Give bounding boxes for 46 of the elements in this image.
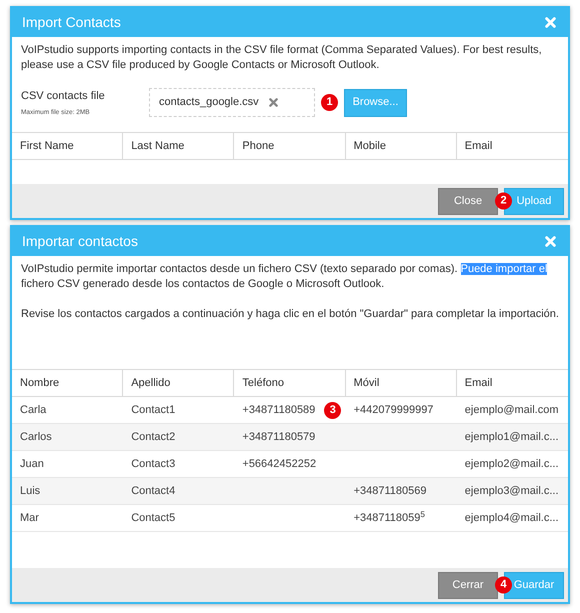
column-header: Nombre xyxy=(12,370,124,396)
field-label: CSV contacts file xyxy=(21,89,106,104)
table-cell-text: Carla xyxy=(20,403,46,418)
column-header: Apellido xyxy=(123,370,234,396)
column-header: Móvil xyxy=(346,370,457,396)
column-header: Phone xyxy=(234,133,346,160)
table-cell-text: Contact2 xyxy=(131,430,176,445)
remove-icon[interactable] xyxy=(268,98,278,108)
close-icon[interactable] xyxy=(545,17,556,28)
column-header: Mobile xyxy=(346,133,457,160)
table-cell-text: +34871180569 xyxy=(354,484,426,499)
table-cell-text: Contact4 xyxy=(131,484,176,499)
table-cell-text: ejemplo4@mail.c... xyxy=(464,511,558,526)
table-cell-text: ejemplo3@mail.c... xyxy=(464,484,558,499)
description-text: VoIPstudio supports importing contacts in the CSV file format (Comma Separated Values). For best results, please use a CSV file produced by Google Contacts or Microsoft Outlook. xyxy=(21,43,543,73)
callout-badge: 1 xyxy=(321,94,338,112)
callout-badge: 3 xyxy=(324,402,342,419)
file-field[interactable]: contacts_google.csv xyxy=(149,88,315,118)
table-cell-text: Juan xyxy=(20,457,44,472)
column-header: Teléfono xyxy=(234,370,346,396)
table-cell-text: Contact1 xyxy=(131,403,176,418)
table-cell-text: ejemplo@mail.com xyxy=(464,403,558,418)
column-header: First Name xyxy=(12,133,124,160)
browse-button[interactable]: Browse... xyxy=(344,88,407,117)
secondary-button[interactable]: Close xyxy=(438,188,498,215)
table-cell-text: ejemplo1@mail.c... xyxy=(464,430,558,445)
column-header: Last Name xyxy=(123,133,234,160)
dialog-title: Import Contacts xyxy=(22,13,121,32)
column-header: Email xyxy=(464,376,494,391)
table-cell-text: ejemplo2@mail.c... xyxy=(464,457,558,472)
table-cell-text: +442079999997 xyxy=(354,403,434,418)
table-cell-text: Mar xyxy=(20,511,39,526)
table-cell-text: +34871180589 xyxy=(242,403,316,418)
table-cell-text: Carlos xyxy=(20,430,52,445)
table-cell-text: +3487118059$^{5}$ xyxy=(354,510,425,526)
close-icon[interactable] xyxy=(545,236,556,248)
description-text: VoIPstudio permite importar contactos desde un fichero CSV (texto separado por comas). Puede importar el fichero CSV generado desde los contactos de Google o Microsoft Outlook. xyxy=(21,262,548,292)
table-cell-text: Contact3 xyxy=(131,457,176,472)
secondary-button[interactable]: Cerrar xyxy=(438,572,498,599)
table-cell-text: Luis xyxy=(20,484,40,499)
table-cell-text: +56642452252 xyxy=(242,457,316,472)
column-header: Email xyxy=(464,139,494,154)
table-cell-text: +34871180579 xyxy=(242,430,316,445)
instruction-text: Revise los contactos cargados a continuación y haga clic en el botón "Guardar" para completar la importación. xyxy=(21,307,559,322)
dialog-title: Importar contactos xyxy=(22,232,138,252)
table-cell-text: Contact5 xyxy=(131,511,176,526)
